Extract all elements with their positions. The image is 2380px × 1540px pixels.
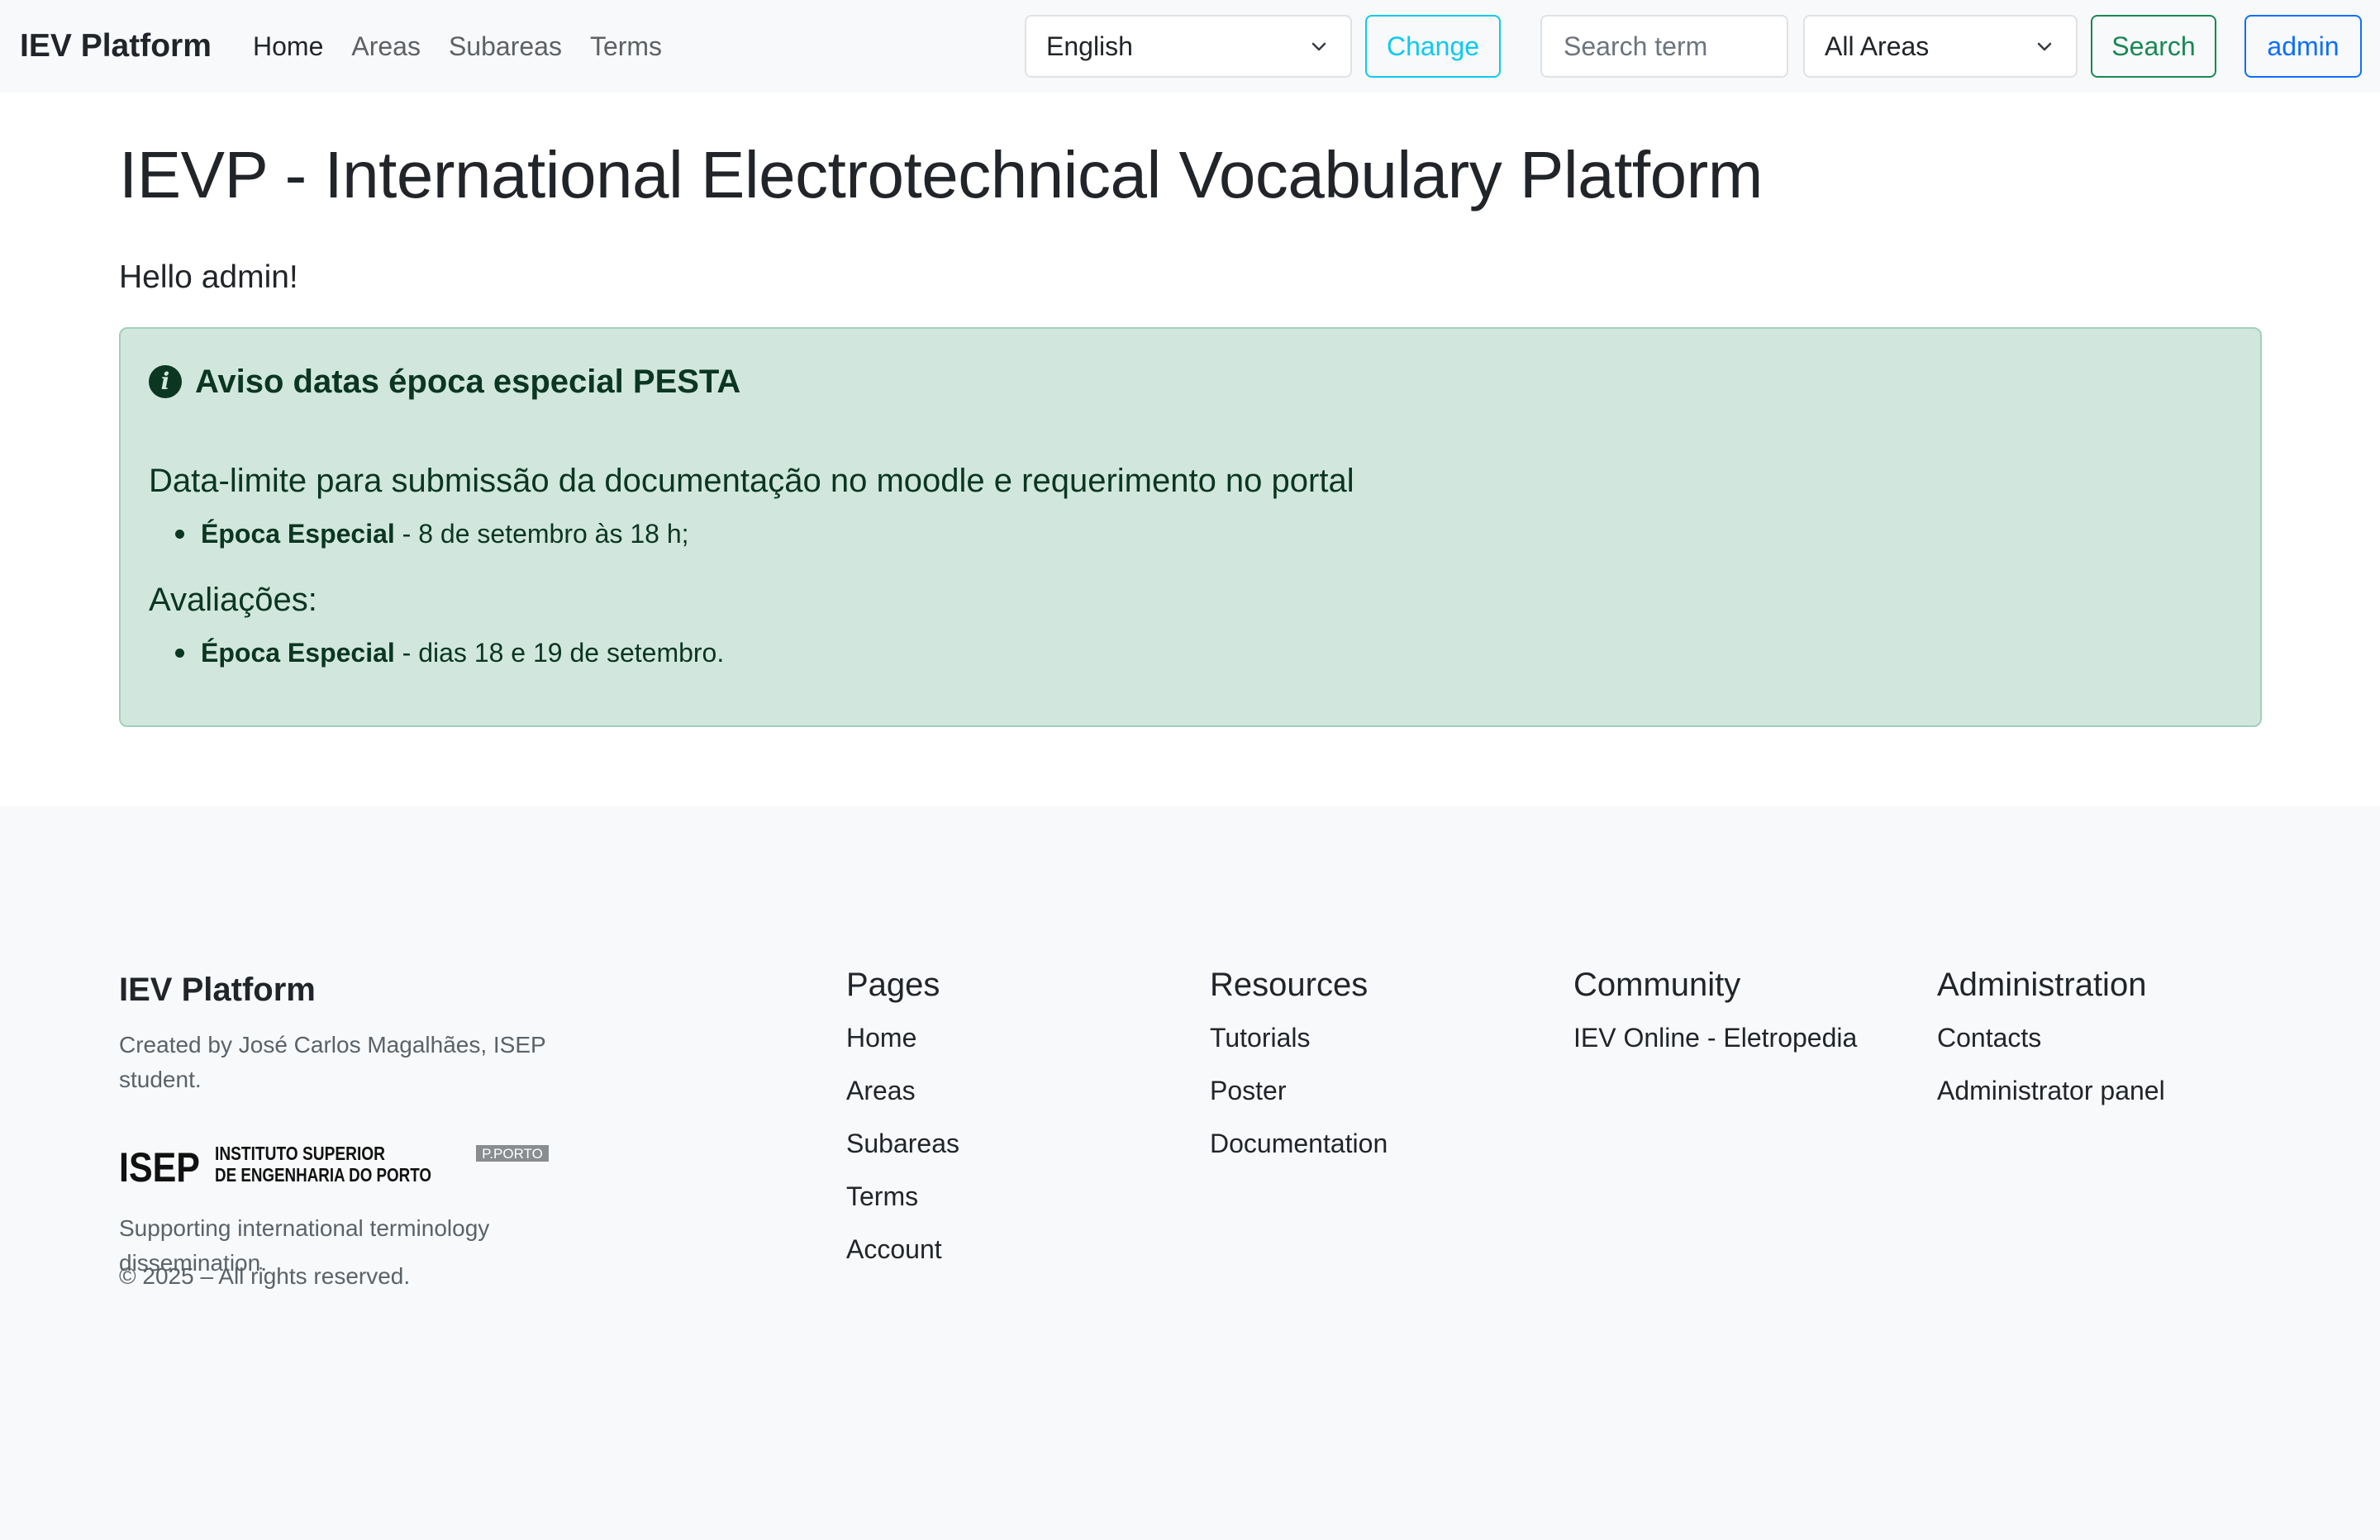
alert-title-row: i Aviso datas época especial PESTA (149, 359, 740, 405)
footer-link-admin-panel[interactable]: Administrator panel (1937, 1072, 2165, 1109)
nav-link-terms[interactable]: Terms (590, 28, 662, 64)
areas-select[interactable]: All Areas (1803, 15, 2078, 78)
isep-logo: ISEP INSTITUTO SUPERIOR DE ENGENHARIA DO… (119, 1143, 549, 1188)
chevron-down-icon (2037, 42, 2052, 51)
footer-link-tutorials[interactable]: Tutorials (1210, 1020, 1311, 1056)
search-input[interactable]: Search term (1540, 15, 1788, 78)
logo-badge: P.PORTO (482, 1146, 543, 1162)
alert-list-item: Época Especial - dias 18 e 19 de setembr… (175, 635, 724, 671)
footer-link-account[interactable]: Account (846, 1231, 942, 1267)
areas-select-value: All Areas (1825, 31, 1930, 61)
chevron-down-icon (1311, 42, 1326, 51)
search-button[interactable]: Search (2091, 15, 2216, 78)
alert-heading-evaluations: Avaliações: (149, 582, 317, 618)
alert-item-bold: Época Especial (201, 519, 395, 549)
footer-link-documentation[interactable]: Documentation (1210, 1125, 1388, 1162)
footer-link-areas[interactable]: Areas (846, 1072, 916, 1109)
footer-link-subareas[interactable]: Subareas (846, 1125, 959, 1162)
alert-list-item: Época Especial - 8 de setembro às 18 h; (175, 516, 689, 552)
info-icon: i (149, 365, 182, 398)
footer-link-contacts[interactable]: Contacts (1937, 1020, 2041, 1056)
logo-line1: INSTITUTO SUPERIOR (215, 1143, 385, 1164)
top-navbar: IEV Platform Home Areas Subareas Terms E… (0, 0, 2380, 93)
logo-acronym: ISEP (119, 1144, 200, 1188)
nav-link-subareas[interactable]: Subareas (449, 28, 562, 64)
user-menu-button[interactable]: admin (2244, 15, 2362, 78)
change-language-button[interactable]: Change (1365, 15, 1501, 78)
footer-administration-title: Administration (1937, 967, 2147, 1003)
footer-created-by: Created by José Carlos Magalhães, ISEP s… (119, 1032, 546, 1092)
footer-brand: IEV Platform (119, 972, 316, 1008)
footer-link-iev-online[interactable]: IEV Online - Eletropedia (1573, 1020, 1857, 1056)
greeting-text: Hello admin! (119, 259, 298, 295)
language-select[interactable]: English (1025, 15, 1352, 78)
footer-link-home[interactable]: Home (846, 1020, 916, 1056)
page-title: IEVP - International Electrotechnical Vo… (119, 138, 1763, 212)
footer-link-poster[interactable]: Poster (1210, 1072, 1286, 1109)
alert-title: Aviso datas época especial PESTA (195, 364, 741, 400)
nav-links: Home Areas Subareas Terms (253, 28, 690, 64)
footer-community-title: Community (1573, 967, 1741, 1003)
footer-link-terms[interactable]: Terms (846, 1178, 918, 1214)
alert-heading-deadline: Data-limite para submissão da documentaç… (149, 463, 1354, 499)
alert-item-text: - 8 de setembro às 18 h; (394, 519, 689, 549)
nav-link-areas[interactable]: Areas (351, 28, 421, 64)
navbar-brand[interactable]: IEV Platform (20, 25, 212, 68)
nav-link-home[interactable]: Home (253, 28, 323, 64)
footer: IEV Platform Created by José Carlos Maga… (0, 806, 2380, 1540)
footer-pages-title: Pages (846, 967, 940, 1003)
alert-item-bold: Época Especial (201, 638, 395, 668)
language-select-value: English (1046, 31, 1133, 61)
info-alert: i Aviso datas época especial PESTA Data-… (119, 327, 2262, 727)
footer-resources-title: Resources (1210, 967, 1368, 1003)
bullet-icon (175, 529, 184, 539)
logo-line2: DE ENGENHARIA DO PORTO (215, 1164, 431, 1186)
footer-copyright: © 2025 – All rights reserved. (119, 1263, 411, 1289)
alert-item-text: - dias 18 e 19 de setembro. (394, 638, 725, 668)
bullet-icon (175, 648, 184, 658)
